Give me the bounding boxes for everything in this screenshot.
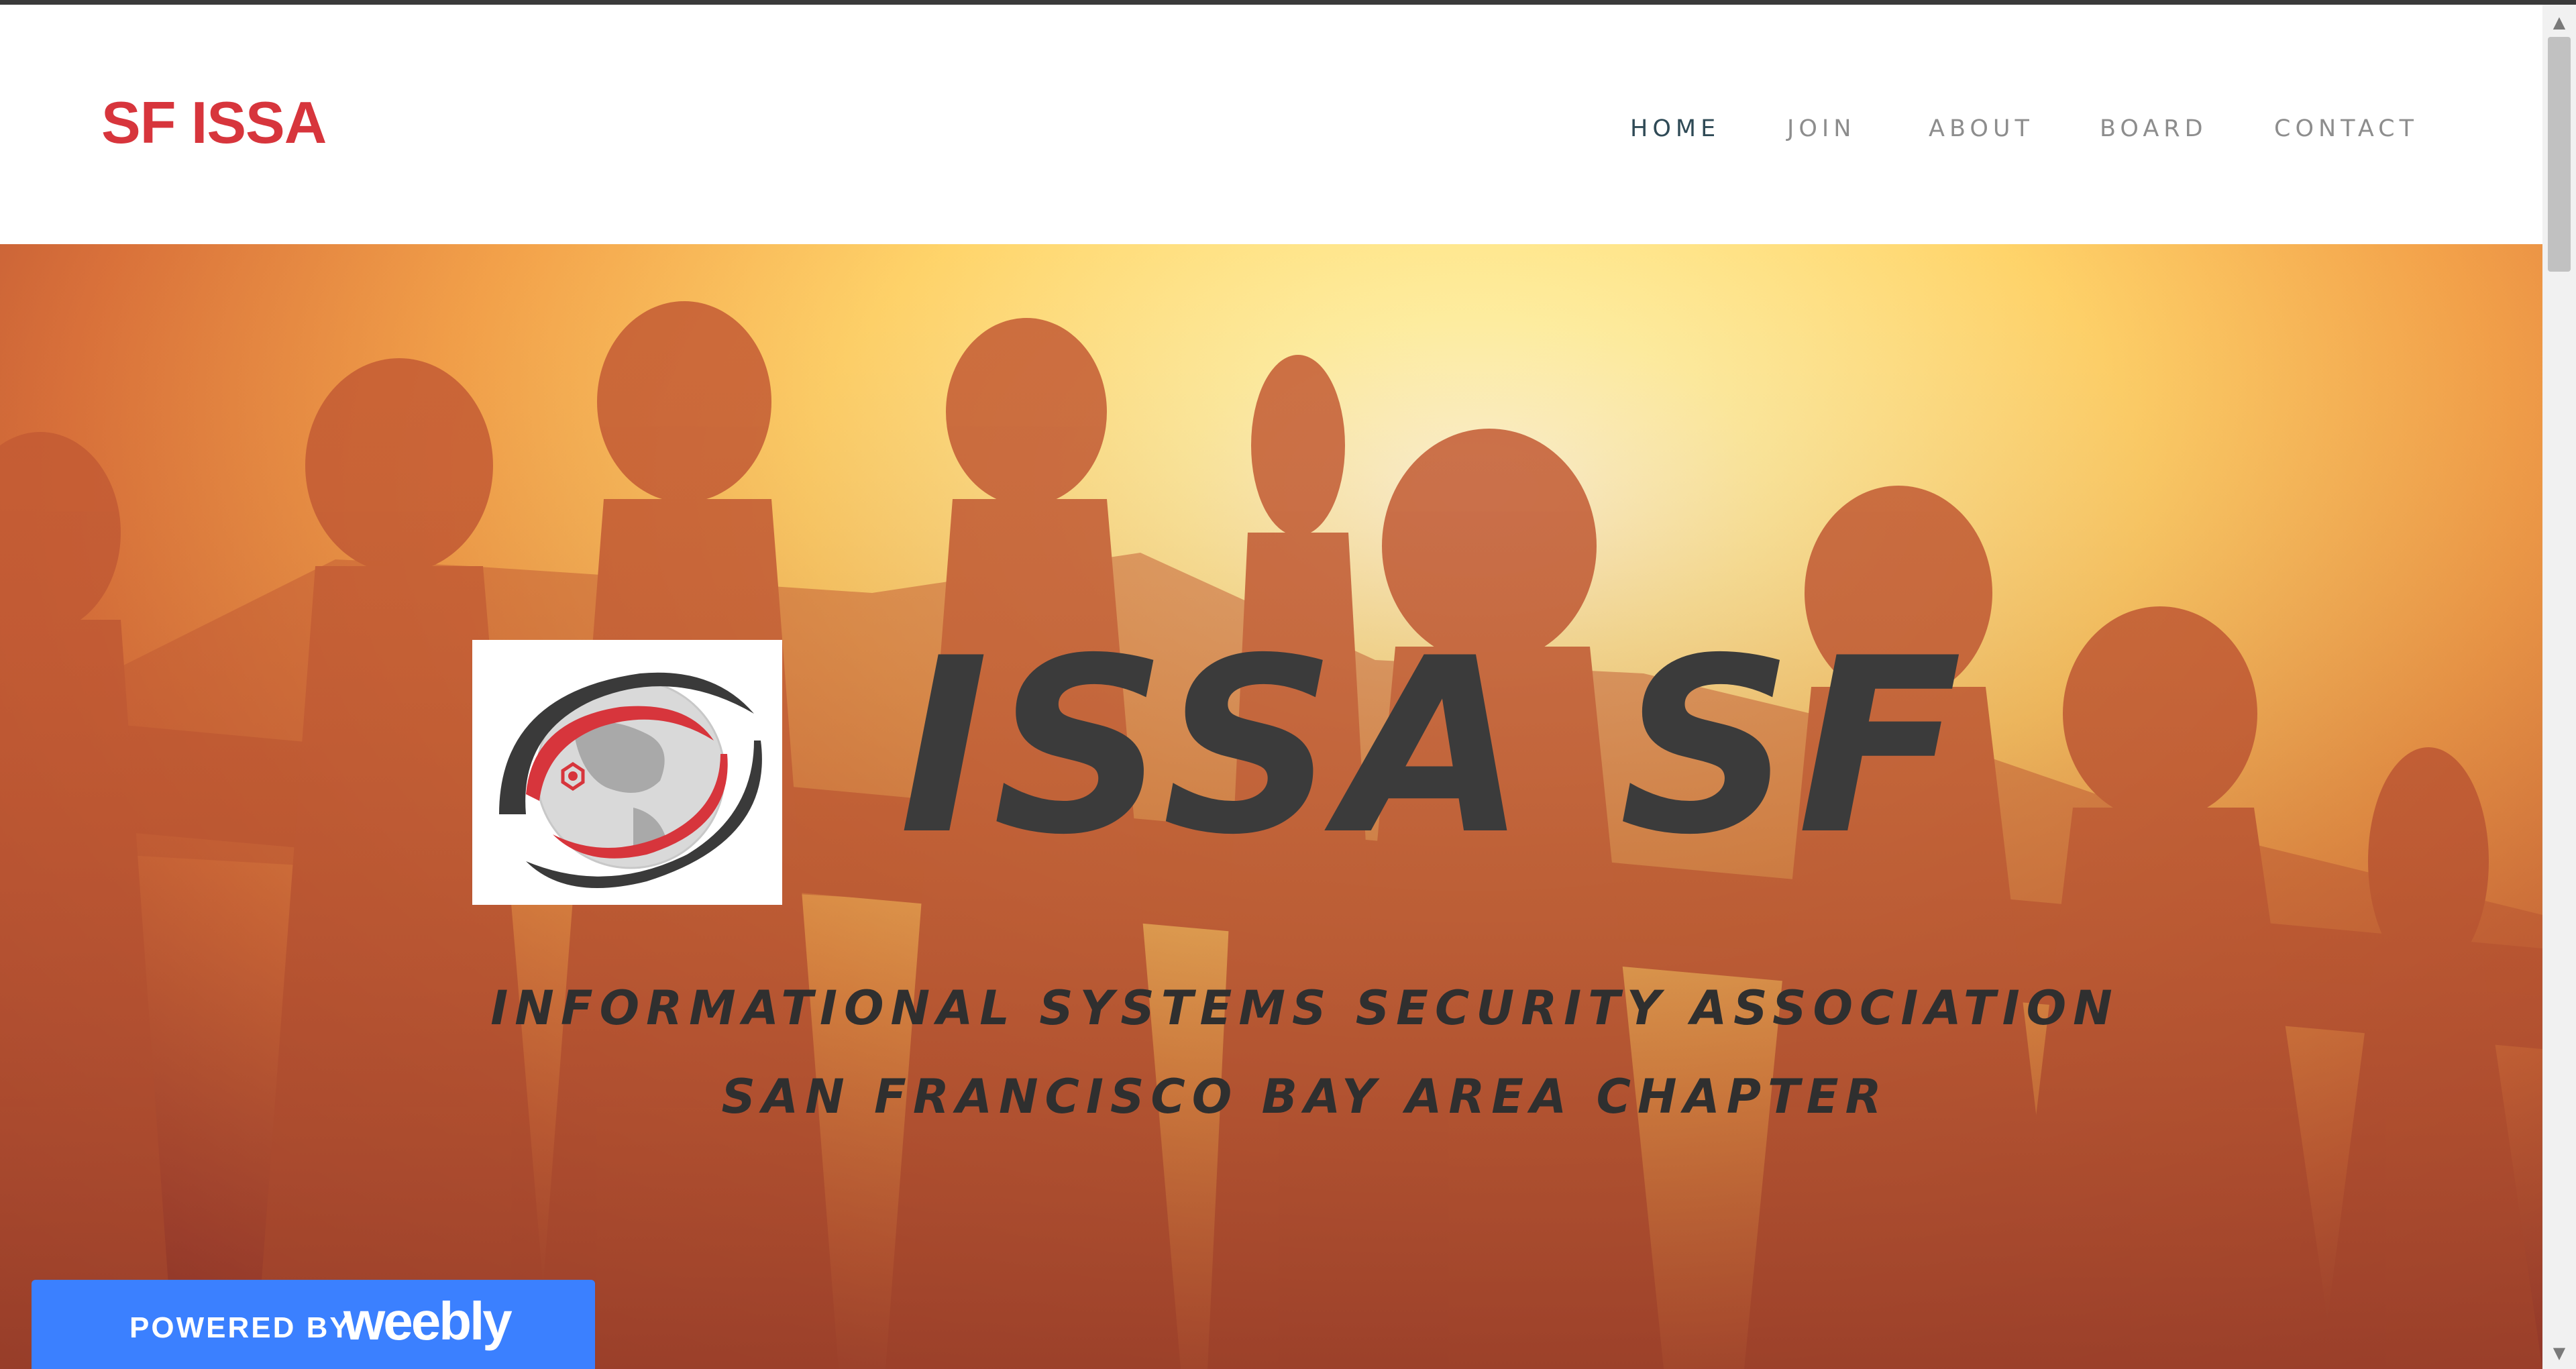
hero-title: ISSA SF <box>899 606 1966 887</box>
browser-top-edge <box>0 0 2576 5</box>
globe-logo-icon <box>472 640 782 905</box>
nav-item-contact[interactable]: CONTACT <box>2274 117 2418 141</box>
vertical-scrollbar[interactable]: ▲ ▼ <box>2542 5 2576 1369</box>
weebly-logo-text: weebly <box>343 1291 513 1351</box>
nav-item-home[interactable]: HOME <box>1630 117 1720 141</box>
nav-item-join[interactable]: JOIN <box>1787 117 1856 141</box>
powered-by-weebly-badge[interactable]: POWERED BY weebly <box>32 1280 595 1369</box>
site-header: SF ISSA HOME JOIN ABOUT BOARD CONTACT <box>0 5 2542 244</box>
nav-item-board[interactable]: BOARD <box>2100 117 2208 141</box>
scroll-up-arrow-icon[interactable]: ▲ <box>2542 9 2576 36</box>
hero-banner: ISSA SF INFORMATIONAL SYSTEMS SECURITY A… <box>0 244 2542 1369</box>
nav-item-about[interactable]: ABOUT <box>1929 117 2034 141</box>
hero-subtitle-line1: INFORMATIONAL SYSTEMS SECURITY ASSOCIATI… <box>490 981 2119 1036</box>
scroll-thumb[interactable] <box>2548 37 2571 272</box>
main-nav: HOME JOIN ABOUT BOARD CONTACT <box>0 5 2542 244</box>
scroll-down-arrow-icon[interactable]: ▼ <box>2542 1339 2576 1366</box>
hero-subtitle-line2: SAN FRANCISCO BAY AREA CHAPTER <box>721 1069 1888 1124</box>
badge-powered-label: POWERED BY <box>129 1311 352 1344</box>
